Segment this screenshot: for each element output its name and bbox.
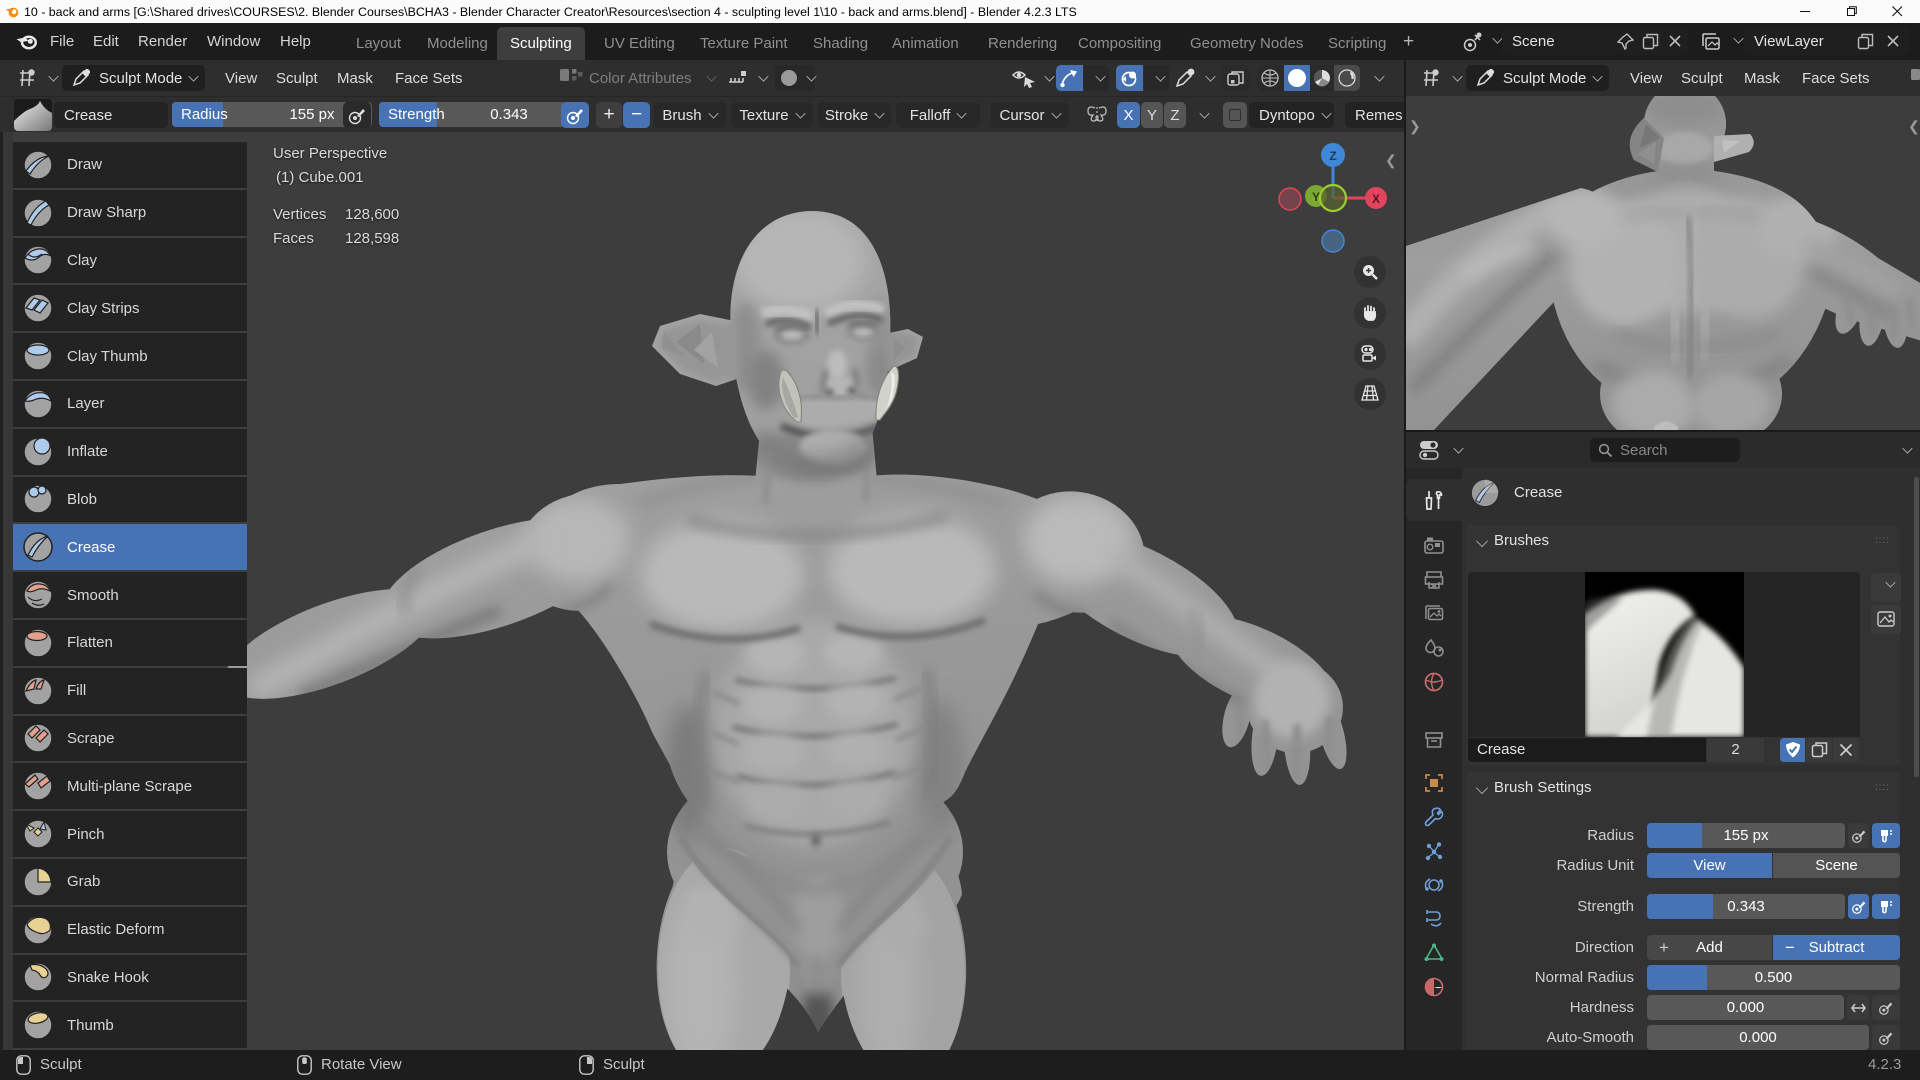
svg-text:Z: Z bbox=[1329, 149, 1336, 163]
svg-text:X: X bbox=[1372, 192, 1380, 206]
svg-text:Y: Y bbox=[1312, 190, 1320, 204]
